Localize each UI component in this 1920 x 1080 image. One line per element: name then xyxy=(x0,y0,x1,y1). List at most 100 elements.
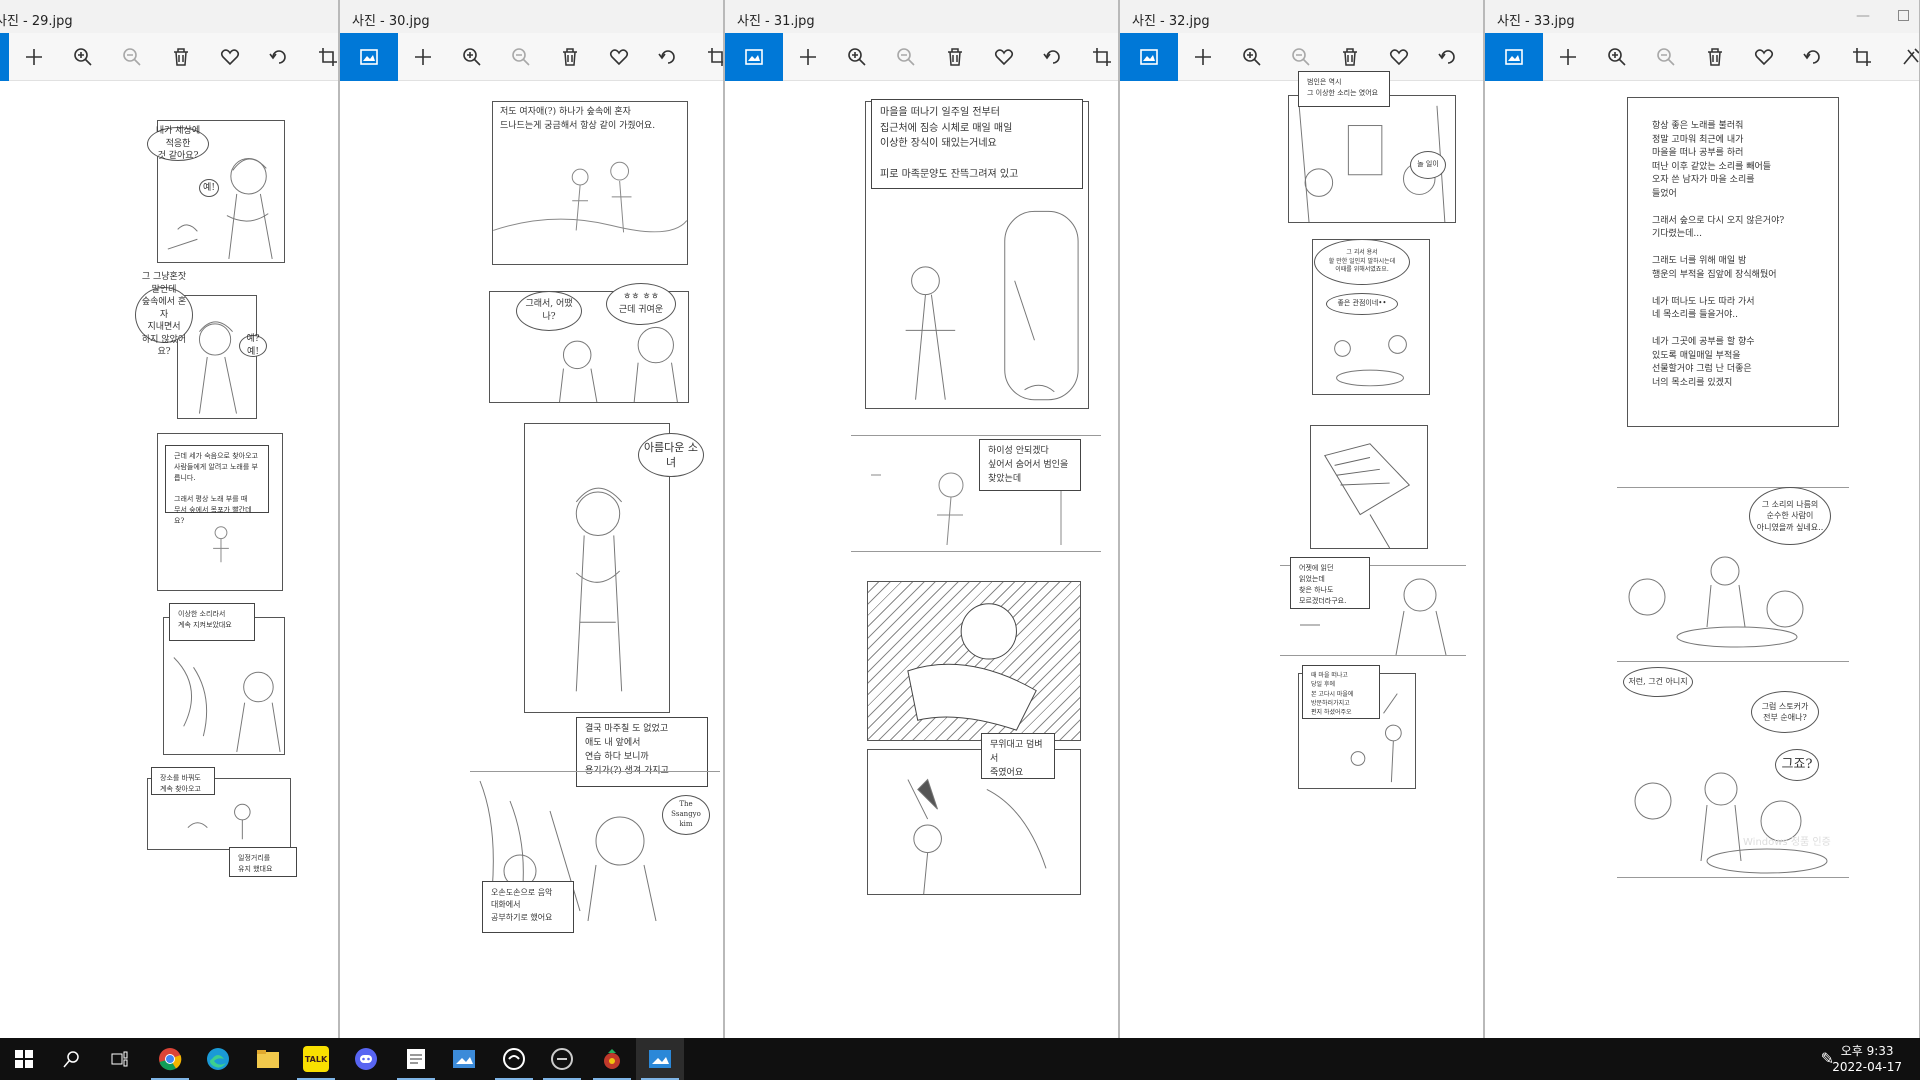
system-clock[interactable]: 오후 9:33 2022-04-17 xyxy=(1832,1043,1902,1075)
speech-bubble: ㅎㅎ ㅎㅎ 근데 귀여운 xyxy=(606,283,676,325)
favorite-icon xyxy=(219,46,241,68)
title-bar[interactable]: 사진 - 30.jpg xyxy=(340,0,723,33)
photos-window-32: 사진 - 32.jpg 범인은 역시 그 이상한 소리는 였어요 놀 일이 그 … xyxy=(1119,0,1484,1038)
delete-button[interactable] xyxy=(545,33,594,81)
rotate-button[interactable] xyxy=(1788,33,1837,81)
title-bar[interactable]: 사진 - 33.jpg — xyxy=(1485,0,1919,33)
rotate-icon xyxy=(1437,46,1459,68)
speech-bubble: 예? 예! xyxy=(239,334,267,357)
comic-panel xyxy=(1310,425,1428,549)
zoom-in-button[interactable] xyxy=(447,33,496,81)
favorite-button[interactable] xyxy=(594,33,643,81)
window-title: 사진 - 33.jpg xyxy=(1497,14,1575,29)
caption-box: 때 마을 떠나고 당일 후에 본 고다시 마을에 방문하러가지고 편지 하셨어주… xyxy=(1302,665,1380,719)
rotate-button[interactable] xyxy=(1028,33,1077,81)
edit-button[interactable] xyxy=(1886,33,1919,81)
zoom-in-icon xyxy=(846,46,868,68)
delete-button[interactable] xyxy=(1690,33,1739,81)
speech-bubble: 아름다운 소녀 xyxy=(638,433,704,477)
zoom-out-button[interactable] xyxy=(1641,33,1690,81)
favorite-button[interactable] xyxy=(1739,33,1788,81)
start-icon[interactable] xyxy=(0,1038,48,1080)
zoom-in-button[interactable] xyxy=(1227,33,1276,81)
crop-button[interactable] xyxy=(1077,33,1118,81)
speech-bubble: 그래서, 어땠나? xyxy=(516,291,582,331)
panel-border xyxy=(851,551,1101,552)
photos-icon[interactable] xyxy=(636,1038,684,1080)
delete-button[interactable] xyxy=(930,33,979,81)
image-button[interactable] xyxy=(1120,32,1178,81)
add-button[interactable] xyxy=(9,33,58,81)
clock-time: 오후 9:33 xyxy=(1840,1044,1894,1058)
image-button[interactable] xyxy=(340,32,398,81)
kakaotalk-icon[interactable]: TALK xyxy=(292,1038,340,1080)
caption-box: 일정거리를 유지 했대요 xyxy=(229,847,297,877)
minimize-button[interactable]: — xyxy=(1853,8,1873,24)
crop-button[interactable] xyxy=(1472,33,1483,81)
delete-icon xyxy=(170,46,192,68)
speech-bubble: 그 괴서 용서 할 만한 일인지 말하시는데 이때를 위해서였죠요. xyxy=(1314,239,1410,285)
panel-border xyxy=(1280,655,1466,656)
favorite-button[interactable] xyxy=(979,33,1028,81)
zoom-out-icon xyxy=(1655,46,1677,68)
favorite-icon xyxy=(1753,46,1775,68)
favorite-button[interactable] xyxy=(205,33,254,81)
toolbar xyxy=(725,32,1118,81)
zoom-in-button[interactable] xyxy=(832,33,881,81)
zoom-in-button[interactable] xyxy=(1592,33,1641,81)
caption-box: 범인은 역시 그 이상한 소리는 였어요 xyxy=(1298,71,1390,107)
zoom-in-button[interactable] xyxy=(58,33,107,81)
crop-button[interactable] xyxy=(1837,33,1886,81)
title-bar[interactable]: 사진 - 29.jpg xyxy=(0,0,338,33)
task-view-icon[interactable] xyxy=(96,1038,144,1080)
maximize-button[interactable] xyxy=(1898,10,1909,21)
title-bar[interactable]: 사진 - 32.jpg xyxy=(1120,0,1483,33)
image-canvas[interactable]: 범인은 역시 그 이상한 소리는 였어요 놀 일이 그 괴서 용서 할 만한 일… xyxy=(1120,71,1483,1038)
app-icon-2[interactable] xyxy=(538,1038,586,1080)
sketch-drawing xyxy=(907,603,1037,731)
image-icon xyxy=(743,46,765,68)
crop-button[interactable] xyxy=(692,33,723,81)
desktop: 사진 - 29.jpg 내가 세상에 적응한 것 같아요? 예! 그 그냥혼잣말… xyxy=(0,0,1920,1038)
discord-icon[interactable] xyxy=(342,1038,390,1080)
image-button[interactable] xyxy=(1485,32,1543,81)
zoom-out-button[interactable] xyxy=(107,33,156,81)
zoom-out-button[interactable] xyxy=(496,33,545,81)
photos-viewer-icon[interactable] xyxy=(440,1038,488,1080)
delete-button[interactable] xyxy=(156,33,205,81)
zoom-out-icon xyxy=(121,46,143,68)
add-button[interactable] xyxy=(398,33,447,81)
image-button[interactable] xyxy=(0,32,9,81)
crop-button[interactable] xyxy=(303,33,338,81)
edit-icon xyxy=(1900,46,1919,68)
caption-box: 무위대고 덤벼서 죽였어요 xyxy=(981,733,1055,779)
rotate-button[interactable] xyxy=(254,33,303,81)
image-canvas[interactable]: 항상 좋은 노래를 불러줘 정말 고마워 최근에 내가 마을을 떠나 공부를 하… xyxy=(1485,81,1919,1038)
image-canvas[interactable]: 마을을 떠나기 일주일 전부터 집근처에 짐승 시체로 매일 매일 이상한 장식… xyxy=(725,81,1118,1038)
add-button[interactable] xyxy=(1178,33,1227,81)
rotate-button[interactable] xyxy=(1423,33,1472,81)
game-icon[interactable] xyxy=(588,1038,636,1080)
file-explorer-icon[interactable] xyxy=(244,1038,292,1080)
zoom-out-button[interactable] xyxy=(881,33,930,81)
image-canvas[interactable]: 저도 여자애(?) 하나가 숲속에 혼자 드나드는게 궁금해서 항상 같이 가줬… xyxy=(340,81,723,1038)
speech-bubble: 놀 일이 xyxy=(1410,151,1446,179)
rotate-button[interactable] xyxy=(643,33,692,81)
photos-window-33: 사진 - 33.jpg — 항상 좋은 노래를 불러줘 정말 고마워 최근에 내가… xyxy=(1484,0,1920,1038)
chrome-icon[interactable] xyxy=(146,1038,194,1080)
speech-bubble: 저런, 그건 아니지 xyxy=(1623,667,1693,697)
image-canvas[interactable]: 내가 세상에 적응한 것 같아요? 예! 그 그냥혼잣말인데 숲속에서 혼자 지… xyxy=(0,81,338,1038)
title-bar[interactable]: 사진 - 31.jpg xyxy=(725,0,1118,33)
notepad-icon[interactable] xyxy=(392,1038,440,1080)
edge-icon[interactable] xyxy=(194,1038,242,1080)
delete-icon xyxy=(1339,46,1361,68)
app-icon-1[interactable] xyxy=(490,1038,538,1080)
search-icon[interactable] xyxy=(48,1038,96,1080)
image-button[interactable] xyxy=(725,32,783,81)
photos-window-29: 사진 - 29.jpg 내가 세상에 적응한 것 같아요? 예! 그 그냥혼잣말… xyxy=(0,0,339,1038)
add-button[interactable] xyxy=(783,33,832,81)
add-button[interactable] xyxy=(1543,33,1592,81)
caption-text: 저도 여자애(?) 하나가 숲속에 혼자 드나드는게 궁금해서 항상 같이 가줬… xyxy=(500,107,656,131)
add-icon xyxy=(1192,46,1214,68)
activation-watermark: Windows 정품 인증 xyxy=(1743,837,1831,848)
